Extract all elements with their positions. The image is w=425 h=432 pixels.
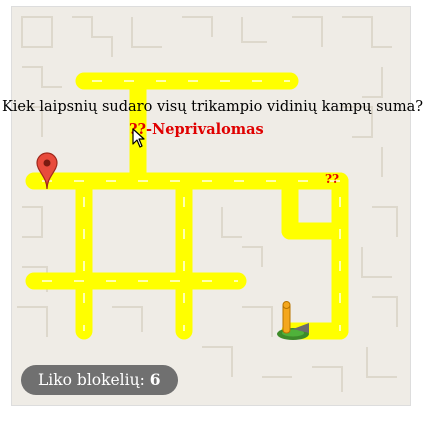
blocks-remaining-badge: Liko blokelių: 6 (21, 365, 178, 395)
pegman-icon (277, 301, 309, 340)
maze-roads (25, 72, 349, 340)
blocks-remaining-label: Liko blokelių: (38, 371, 145, 389)
maze-svg (17, 16, 398, 392)
unanswered-marker: ?? (325, 172, 340, 186)
optional-label: ??-Neprivalomas (129, 121, 264, 138)
mouse-cursor-icon (132, 128, 145, 148)
blocks-remaining-count: 6 (149, 370, 161, 389)
maze-board (11, 6, 411, 406)
